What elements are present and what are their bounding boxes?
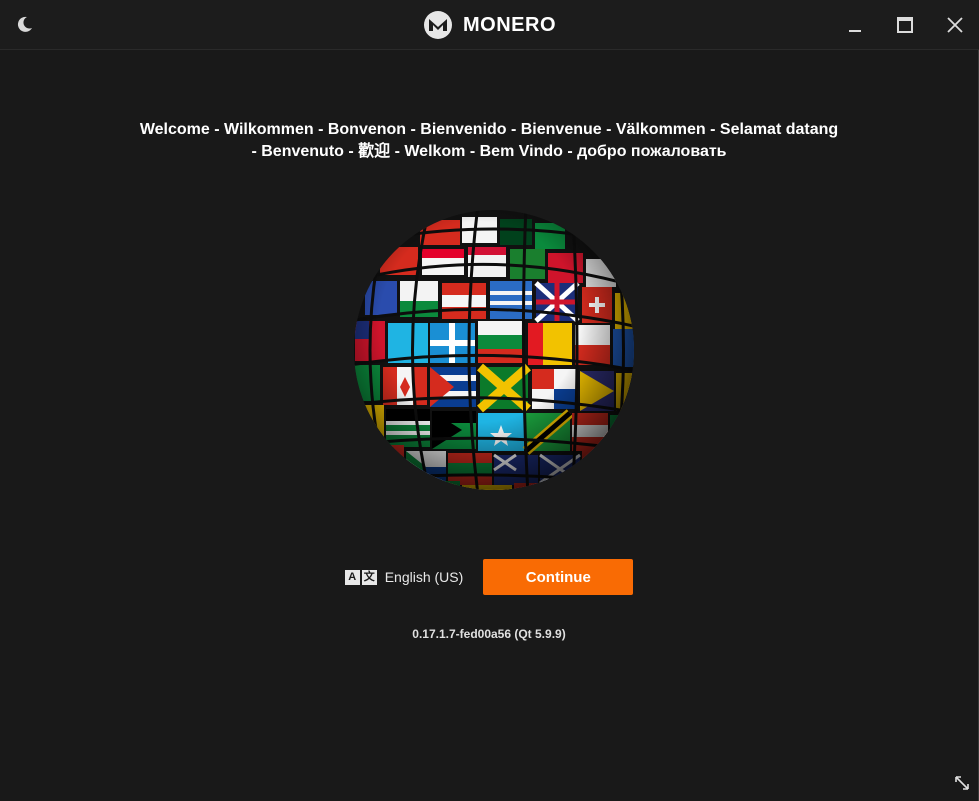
translate-icon-left: A [344,569,360,585]
maximize-button[interactable] [890,10,920,40]
minimize-icon [849,30,861,32]
welcome-line-1: Welcome - Wilkommen - Bonvenon - Bienven… [139,121,839,138]
language-selector[interactable]: A 文 English (US) [344,569,464,585]
language-row: A 文 English (US) Continue [0,559,978,595]
minimize-button[interactable] [840,10,870,40]
wallet-window: MONERO Welcome - Wilkommen - Bonvenon - … [0,0,979,801]
welcome-line-2: - Benvenuto - 歡迎 - Welkom - Bem Vindo - … [251,143,727,160]
title-bar: MONERO [0,0,979,50]
app-title: MONERO [0,0,979,50]
translate-icon: A 文 [344,569,377,585]
maximize-icon [897,17,913,33]
app-name: MONERO [463,13,556,36]
continue-button[interactable]: Continue [483,559,634,595]
close-icon [947,17,963,33]
resize-icon[interactable] [953,774,971,792]
welcome-message: Welcome - Wilkommen - Bonvenon - Bienven… [80,119,898,163]
flags-globe-image [350,205,638,495]
translate-icon-right: 文 [361,569,377,585]
language-label: English (US) [384,569,464,585]
version-label: 0.17.1.7-fed00a56 (Qt 5.9.9) [412,627,566,641]
monero-logo-icon [423,10,453,40]
close-button[interactable] [940,10,970,40]
